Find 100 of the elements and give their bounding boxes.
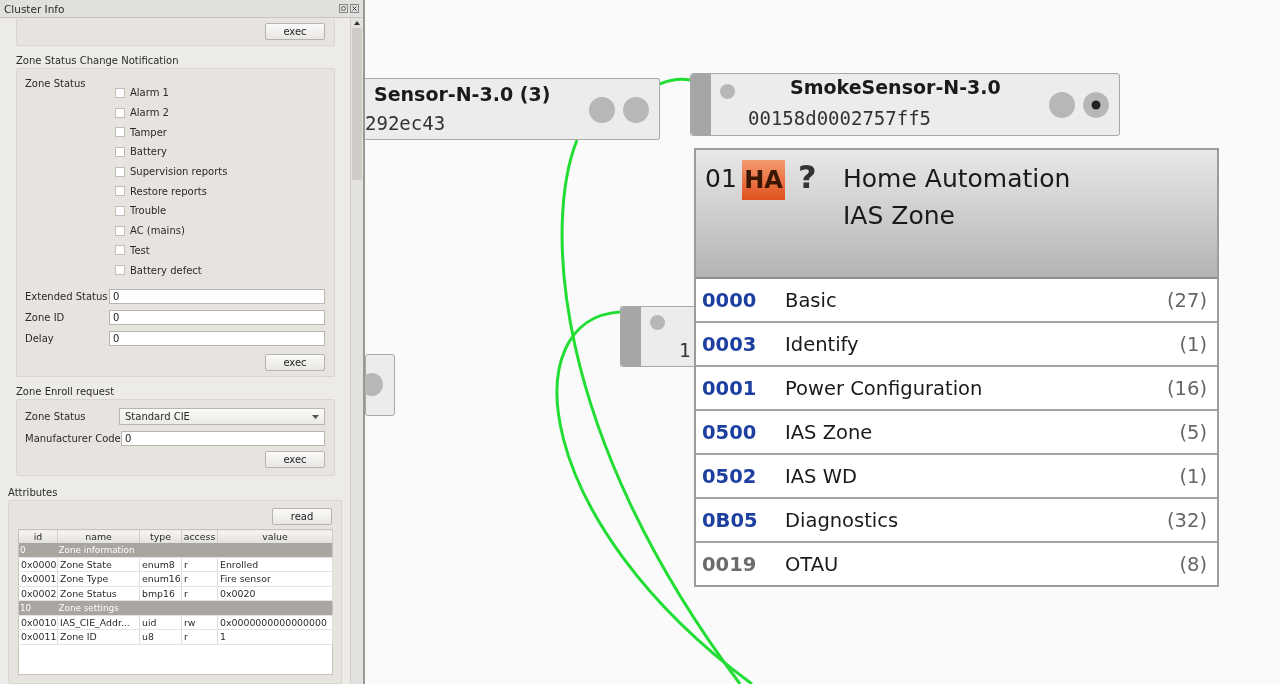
- table-cell: Zone State: [57, 557, 140, 572]
- field-label: Zone ID: [25, 311, 66, 323]
- table-cell: 0x0002: [18, 586, 58, 601]
- cluster-row[interactable]: 0502 IAS WD (1): [696, 455, 1217, 499]
- table-cell: r: [181, 571, 218, 586]
- device-node[interactable]: 1: [620, 306, 694, 367]
- cluster-count: (5): [1179, 420, 1207, 444]
- device-node[interactable]: Sensor-N-3.0 (3) 292ec43: [365, 78, 660, 140]
- cluster-name: IAS WD: [785, 464, 858, 488]
- cluster-name: OTAU: [785, 552, 840, 576]
- cluster-id: 0001: [702, 376, 758, 400]
- port-icon[interactable]: [623, 97, 649, 123]
- node-address: 292ec43: [365, 112, 446, 134]
- checkbox-label: Battery defect: [130, 264, 202, 276]
- table-cell: 0: [18, 543, 58, 557]
- profile-badge: HA: [742, 160, 785, 200]
- checkbox[interactable]: [115, 205, 125, 216]
- table-cell: Fire sensor: [217, 571, 333, 586]
- port-icon[interactable]: [589, 97, 615, 123]
- cluster-id: 0B05: [702, 508, 759, 532]
- cluster-row[interactable]: 0001 Power Configuration (16): [696, 367, 1217, 411]
- section-title: Attributes: [8, 486, 59, 500]
- column-header[interactable]: access: [181, 529, 218, 543]
- cluster-id: 0003: [702, 332, 758, 356]
- table-cell: 1: [217, 629, 333, 644]
- input-field[interactable]: 0: [109, 330, 325, 346]
- device-node[interactable]: SmokeSensor-N-3.0 00158d0002757ff5: [690, 73, 1120, 136]
- checkbox[interactable]: [115, 107, 125, 118]
- cluster-count: (32): [1166, 508, 1207, 532]
- exec-button[interactable]: exec: [265, 451, 325, 468]
- checkbox-label: Supervision reports: [130, 166, 228, 178]
- port-icon[interactable]: [365, 373, 383, 396]
- endpoint-number: 01: [705, 164, 738, 195]
- checkbox[interactable]: [115, 245, 125, 256]
- checkbox[interactable]: [115, 127, 125, 138]
- column-header[interactable]: id: [18, 529, 58, 543]
- cluster-id: 0000: [702, 288, 758, 312]
- scroll-thumb[interactable]: [352, 28, 362, 180]
- group-header: Zone settings: [57, 600, 140, 615]
- cluster-row[interactable]: 0500 IAS Zone (5): [696, 411, 1217, 455]
- checkbox-label: Alarm 1: [130, 87, 169, 99]
- table-cell: 0x0011: [18, 629, 58, 644]
- caret-icon: [312, 414, 319, 419]
- column-header[interactable]: type: [139, 529, 182, 543]
- section-title: Zone Enroll request: [16, 385, 116, 399]
- exec-button[interactable]: exec: [265, 23, 325, 40]
- exec-button[interactable]: exec: [265, 353, 325, 371]
- cluster-count: (8): [1179, 552, 1207, 576]
- table-cell: uid: [139, 615, 182, 630]
- device-name: IAS Zone: [843, 201, 956, 230]
- close-icon[interactable]: [350, 4, 359, 13]
- checkbox[interactable]: [115, 265, 125, 276]
- device-node[interactable]: [365, 354, 395, 416]
- cluster-name: Power Configuration: [785, 376, 984, 400]
- node-title: SmokeSensor-N-3.0: [790, 76, 1001, 98]
- cluster-row[interactable]: 0003 Identify (1): [696, 323, 1217, 367]
- node-address: 00158d0002757ff5: [748, 107, 932, 129]
- checkbox-label: AC (mains): [130, 225, 185, 237]
- port-icon[interactable]: [1049, 92, 1075, 118]
- input-field[interactable]: 0: [109, 288, 325, 304]
- table-cell: 0x0020: [217, 586, 333, 601]
- checkbox[interactable]: [115, 146, 125, 157]
- scroll-up-icon[interactable]: [353, 20, 361, 26]
- dot-circle-icon[interactable]: [1083, 92, 1109, 118]
- table-cell: r: [181, 629, 218, 644]
- table-cell: 0x0000000000000000: [217, 615, 333, 630]
- cluster-name: IAS Zone: [785, 420, 874, 444]
- table-cell: 10: [18, 600, 58, 615]
- input-field[interactable]: 0: [109, 309, 325, 325]
- checkbox-label: Test: [130, 244, 150, 256]
- table-cell: bmp16: [139, 586, 182, 601]
- dropdown[interactable]: Standard CIE: [119, 408, 325, 426]
- checkbox[interactable]: [115, 87, 125, 98]
- table-cell: IAS_CIE_Addr...: [57, 615, 140, 630]
- cluster-count: (1): [1179, 332, 1207, 356]
- checkbox[interactable]: [115, 186, 125, 197]
- table-cell: Zone ID: [57, 629, 140, 644]
- table-cell: r: [181, 557, 218, 572]
- checkbox[interactable]: [115, 166, 125, 177]
- cluster-row[interactable]: 0B05 Diagnostics (32): [696, 499, 1217, 543]
- cluster-id: 0019: [702, 552, 758, 576]
- table-cell: Enrolled: [217, 557, 333, 572]
- checkbox[interactable]: [115, 225, 125, 236]
- input-field[interactable]: 0: [121, 430, 325, 446]
- port-icon[interactable]: [720, 84, 735, 99]
- cluster-row[interactable]: 0000 Basic (27): [696, 279, 1217, 323]
- table-cell: rw: [181, 615, 218, 630]
- port-icon[interactable]: [650, 315, 665, 330]
- field-label: Delay: [25, 332, 55, 344]
- scrollbar[interactable]: [350, 18, 363, 684]
- cluster-row[interactable]: 0019 OTAU (8): [696, 543, 1217, 585]
- column-header[interactable]: value: [217, 529, 333, 543]
- group-header: Zone information: [57, 543, 140, 557]
- checkbox-label: Battery: [130, 146, 167, 158]
- cluster-name: Basic: [785, 288, 838, 312]
- column-header[interactable]: name: [57, 529, 140, 543]
- node-address: 1: [679, 339, 691, 361]
- table-cell: u8: [139, 629, 182, 644]
- read-button[interactable]: read: [272, 508, 332, 525]
- section-title: Zone Status Change Notification: [16, 54, 180, 68]
